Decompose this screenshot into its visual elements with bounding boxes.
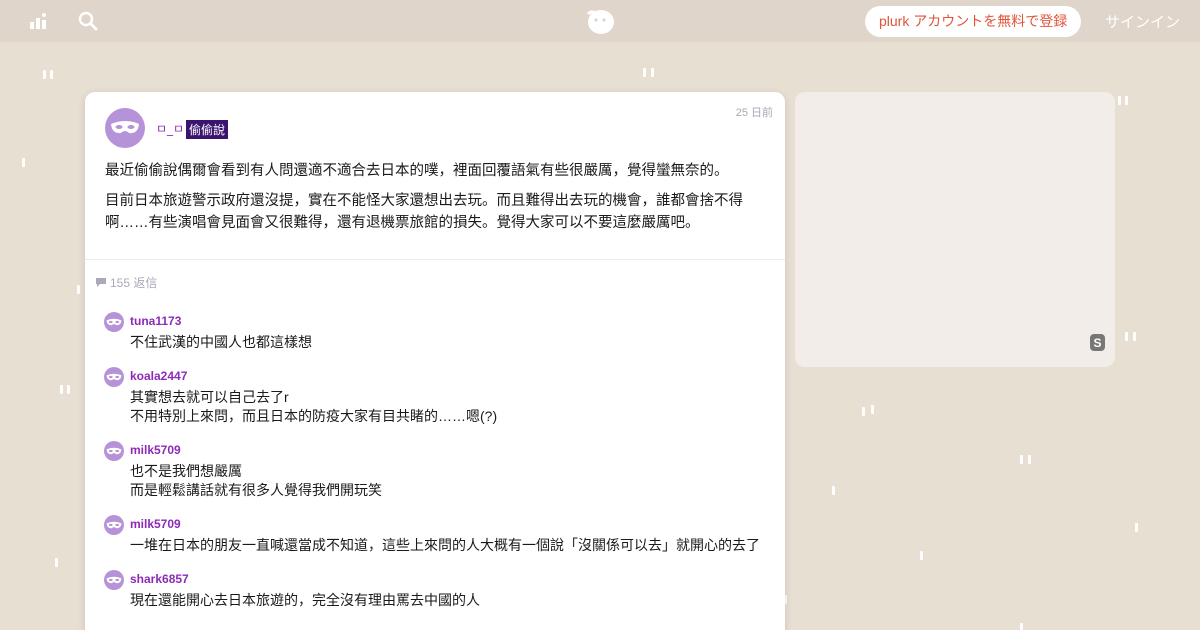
- list-item: milk5709 一堆在日本的朋友一直喊還當成不知道，這些上來問的人大概有一個說…: [104, 513, 774, 555]
- response-line: 現在還能開心去日本旅遊的，完全沒有理由罵去中國的人: [130, 592, 480, 608]
- response-line: 也不是我們想嚴厲: [130, 463, 242, 479]
- response-author[interactable]: shark6857: [130, 568, 774, 588]
- raindrop: [862, 407, 865, 416]
- signup-button[interactable]: plurk アカウントを無料で登録: [865, 6, 1082, 37]
- response-line: 而是輕鬆講話就有很多人覺得我們開玩笑: [130, 482, 382, 498]
- chart-icon[interactable]: [27, 9, 51, 33]
- raindrop: [77, 285, 80, 294]
- raindrop: [871, 405, 874, 414]
- top-bar: plurk アカウントを無料で登録 サインイン: [0, 0, 1200, 42]
- raindrop: [1028, 455, 1031, 464]
- mask-avatar-icon[interactable]: [104, 312, 124, 332]
- mask-avatar-icon[interactable]: [105, 108, 145, 148]
- mask-avatar-icon[interactable]: [104, 570, 124, 590]
- mask-avatar-icon[interactable]: [104, 515, 124, 535]
- response-text: 不住武漢的中國人也都這樣想: [130, 333, 774, 352]
- raindrop: [920, 551, 923, 560]
- response-author[interactable]: tuna1173: [130, 310, 774, 330]
- mask-avatar-icon[interactable]: [104, 367, 124, 387]
- raindrop: [43, 70, 46, 79]
- mask-avatar-icon[interactable]: [104, 441, 124, 461]
- response-text: 現在還能開心去日本旅遊的，完全沒有理由罵去中國的人: [130, 591, 774, 610]
- raindrop: [1125, 96, 1128, 105]
- response-list: tuna1173 不住武漢的中國人也都這樣想 koala2447 其實想去就可以…: [104, 310, 774, 623]
- raindrop: [643, 68, 646, 77]
- side-badge[interactable]: S: [1090, 334, 1105, 351]
- list-item: shark6857 現在還能開心去日本旅遊的，完全沒有理由罵去中國的人: [104, 568, 774, 610]
- raindrop: [50, 70, 53, 79]
- response-count-label: 155 返信: [110, 276, 158, 290]
- raindrop: [1020, 623, 1023, 630]
- raindrop: [832, 486, 835, 495]
- list-item: koala2447 其實想去就可以自己去了r 不用特別上來問，而且日本的防疫大家…: [104, 365, 774, 426]
- side-panel: S: [795, 92, 1115, 367]
- divider: [85, 259, 785, 260]
- post-paragraph: 目前日本旅遊警示政府還沒提，實在不能怪大家還想出去玩。而且難得出去玩的機會，誰都…: [105, 193, 743, 231]
- response-line: 不用特別上來問，而且日本的防疫大家有目共睹的……嗯(?): [130, 408, 498, 424]
- raindrop: [60, 385, 63, 394]
- raindrop: [67, 385, 70, 394]
- response-author[interactable]: koala2447: [130, 365, 774, 385]
- raindrop: [1020, 455, 1023, 464]
- response-author[interactable]: milk5709: [130, 439, 774, 459]
- response-text: 其實想去就可以自己去了r 不用特別上來問，而且日本的防疫大家有目共睹的……嗯(?…: [130, 388, 774, 426]
- post-paragraph: 最近偷偷說偶爾會看到有人問還適不適合去日本的噗，裡面回覆語氣有些很嚴厲，覺得蠻無…: [105, 163, 729, 179]
- post-qualifier-badge: 偷偷說: [186, 120, 229, 139]
- raindrop: [651, 68, 654, 77]
- response-text: 也不是我們想嚴厲 而是輕鬆講話就有很多人覺得我們開玩笑: [130, 462, 774, 500]
- post-timestamp: 25 日前: [735, 107, 773, 119]
- raindrop: [1135, 523, 1138, 532]
- response-line: 其實想去就可以自己去了r: [130, 389, 289, 405]
- raindrop: [1133, 332, 1136, 341]
- response-line: 一堆在日本的朋友一直喊還當成不知道，這些上來問的人大概有一個說「沒關係可以去」就…: [130, 537, 760, 553]
- list-item: milk5709 也不是我們想嚴厲 而是輕鬆講話就有很多人覺得我們開玩笑: [104, 439, 774, 500]
- raindrop: [1125, 332, 1128, 341]
- raindrop: [22, 158, 25, 167]
- comment-icon: [96, 278, 106, 287]
- list-item: tuna1173 不住武漢的中國人也都這樣想: [104, 310, 774, 352]
- signin-link[interactable]: サインイン: [1105, 11, 1180, 32]
- post-author[interactable]: ㅁ_ㅁ: [156, 120, 184, 137]
- response-count: 155 返信: [95, 274, 157, 291]
- response-author[interactable]: milk5709: [130, 513, 774, 533]
- response-line: 不住武漢的中國人也都這樣想: [130, 334, 312, 350]
- search-icon[interactable]: [76, 9, 100, 33]
- post-content: 最近偷偷說偶爾會看到有人問還適不適合去日本的噗，裡面回覆語氣有些很嚴厲，覺得蠻無…: [105, 160, 770, 242]
- raindrop: [1118, 96, 1121, 105]
- plurk-logo-icon[interactable]: [584, 6, 616, 36]
- plurk-card: ㅁ_ㅁ 偷偷說 25 日前 最近偷偷說偶爾會看到有人問還適不適合去日本的噗，裡面…: [85, 92, 785, 630]
- response-text: 一堆在日本的朋友一直喊還當成不知道，這些上來問的人大概有一個說「沒關係可以去」就…: [130, 536, 774, 555]
- raindrop: [55, 558, 58, 567]
